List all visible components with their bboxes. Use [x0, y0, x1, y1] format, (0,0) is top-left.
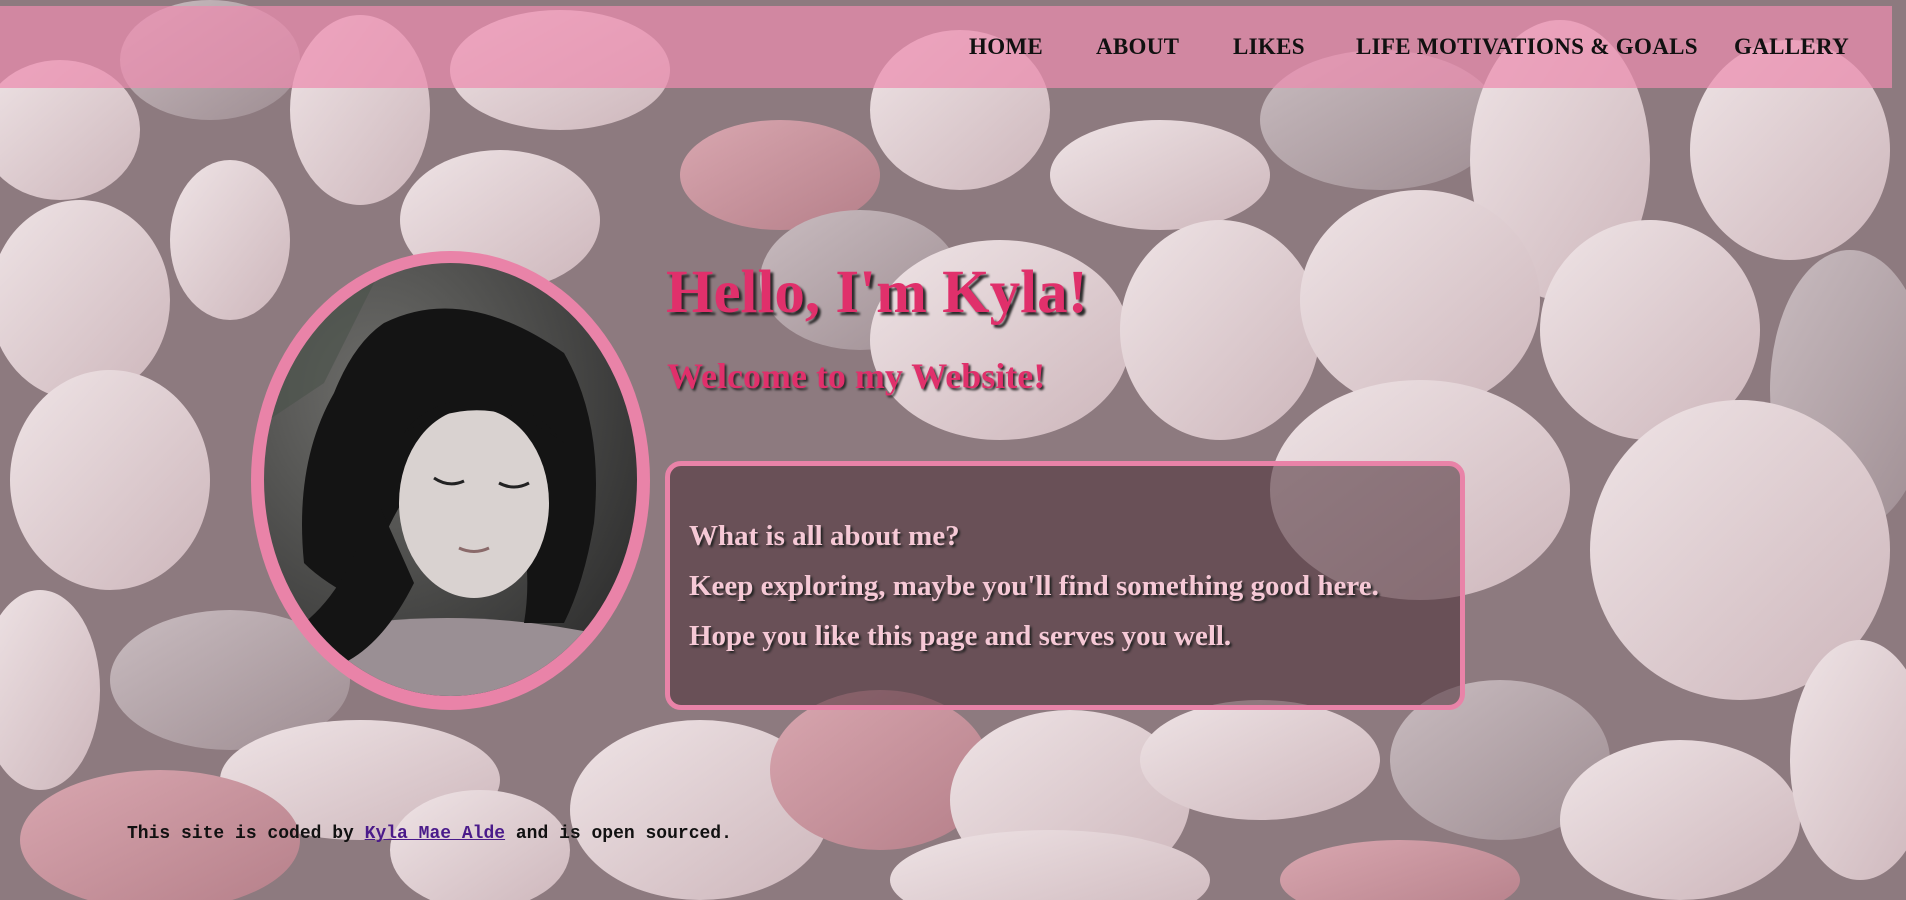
footer-suffix: and is open sourced. — [505, 824, 732, 844]
page-title: Hello, I'm Kyla! — [666, 259, 1088, 326]
about-line-1: What is all about me? — [689, 520, 960, 552]
nav-item-likes[interactable]: LIKES — [1233, 34, 1305, 60]
portrait-illustration — [264, 263, 637, 696]
page-subtitle: Welcome to my Website! — [667, 356, 1046, 396]
author-link[interactable]: Kyla Mae Alde — [365, 824, 505, 844]
profile-photo — [264, 263, 637, 696]
footer-prefix: This site is coded by — [127, 824, 365, 844]
nav-item-gallery[interactable]: GALLERY — [1734, 34, 1849, 60]
about-panel: What is all about me? Keep exploring, ma… — [665, 461, 1465, 710]
top-nav-bar: HOME ABOUT LIKES LIFE MOTIVATIONS & GOAL… — [0, 6, 1892, 88]
about-line-3: Hope you like this page and serves you w… — [689, 620, 1232, 652]
nav-item-life-motivations-goals[interactable]: LIFE MOTIVATIONS & GOALS — [1356, 34, 1698, 60]
about-line-2: Keep exploring, maybe you'll find someth… — [689, 570, 1379, 602]
profile-photo-frame — [251, 251, 650, 710]
nav-item-home[interactable]: HOME — [969, 34, 1043, 60]
nav-item-about[interactable]: ABOUT — [1096, 34, 1179, 60]
footer-credit: This site is coded by Kyla Mae Alde and … — [127, 824, 732, 844]
